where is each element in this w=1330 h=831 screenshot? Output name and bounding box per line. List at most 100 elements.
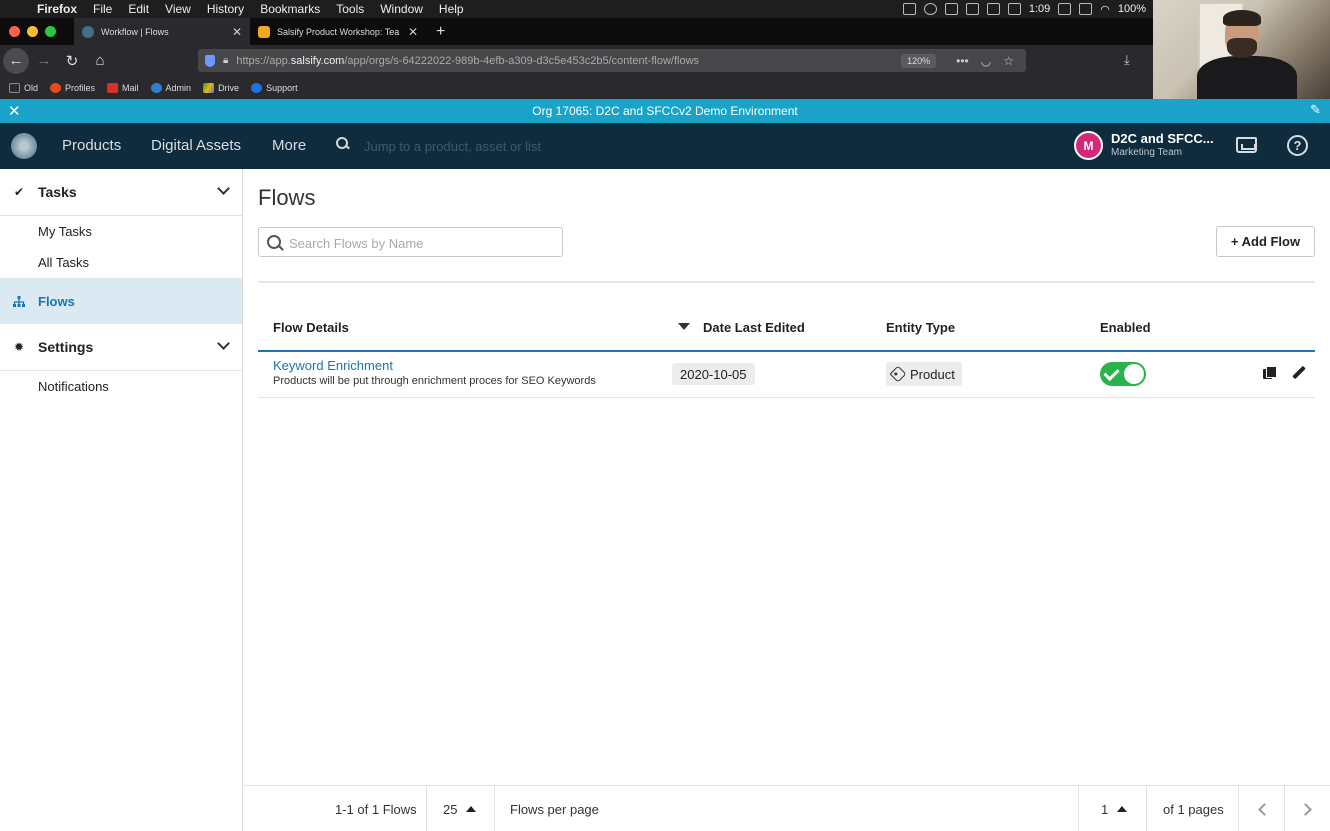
add-flow-button[interactable]: + Add Flow <box>1216 226 1315 257</box>
column-header-flow-details[interactable]: Flow Details <box>273 320 349 335</box>
column-header-enabled[interactable]: Enabled <box>1100 320 1151 335</box>
apple-logo-icon[interactable] <box>15 2 29 16</box>
inbox-icon[interactable] <box>1236 137 1257 153</box>
chevron-down-icon[interactable] <box>217 337 230 350</box>
status-menu-icon[interactable] <box>1007 3 1021 15</box>
org-name[interactable]: D2C and SFCC... <box>1111 131 1214 146</box>
help-icon[interactable]: ? <box>1287 135 1308 156</box>
salsify-logo-icon[interactable] <box>11 133 37 159</box>
menu-bookmarks[interactable]: Bookmarks <box>260 2 320 16</box>
menu-tools[interactable]: Tools <box>336 2 364 16</box>
status-circle-icon[interactable] <box>923 3 937 15</box>
bookmark-mail[interactable]: Mail <box>107 82 139 93</box>
nav-digital-assets[interactable]: Digital Assets <box>151 137 241 154</box>
status-app-icon[interactable] <box>902 3 916 15</box>
shield-icon[interactable] <box>205 54 215 67</box>
team-name[interactable]: Marketing Team <box>1111 147 1182 158</box>
pagination-bar: 1-1 of 1 Flows 25 Flows per page 1 of 1 … <box>243 785 1330 831</box>
enabled-toggle[interactable] <box>1100 362 1146 386</box>
tab-workflow-flows[interactable]: Workflow | Flows ✕ <box>74 18 250 45</box>
minimize-window-icon[interactable] <box>27 26 38 37</box>
salsify-favicon-icon <box>82 25 94 38</box>
lock-icon[interactable]: 🔒︎ <box>223 55 228 66</box>
search-icon <box>267 235 283 251</box>
sidebar-item-label: Flows <box>38 293 75 309</box>
home-icon[interactable]: ⌂ <box>87 48 113 74</box>
bookmark-admin[interactable]: Admin <box>150 82 191 93</box>
more-actions-icon[interactable]: ••• <box>956 54 969 68</box>
status-document-icon[interactable] <box>986 3 1000 15</box>
previous-page-button[interactable] <box>1239 786 1285 831</box>
nav-more[interactable]: More <box>272 137 306 154</box>
magic-wand-icon[interactable]: ✎ <box>1310 102 1321 118</box>
sidebar-item-flows[interactable]: Flows <box>0 278 242 324</box>
divider <box>1146 786 1147 831</box>
column-header-date-last-edited[interactable]: Date Last Edited <box>703 320 805 335</box>
chevron-down-icon[interactable] <box>217 182 230 195</box>
divider <box>0 215 242 216</box>
menu-edit[interactable]: Edit <box>128 2 149 16</box>
menu-window[interactable]: Window <box>380 2 423 16</box>
tab-close-icon[interactable]: ✕ <box>408 25 418 39</box>
gear-icon: ✹ <box>13 340 25 354</box>
menu-firefox[interactable]: Firefox <box>37 2 77 16</box>
pencil-icon[interactable] <box>1292 366 1306 380</box>
zoom-level[interactable]: 120% <box>901 53 937 68</box>
avatar[interactable]: M <box>1074 131 1103 160</box>
sidebar-item-my-tasks[interactable]: My Tasks <box>38 224 92 239</box>
tab-close-icon[interactable]: ✕ <box>232 25 242 39</box>
flow-search-box[interactable] <box>258 227 563 257</box>
support-cloud-icon <box>251 82 263 93</box>
pocket-icon[interactable]: ◡ <box>981 54 991 68</box>
downloads-icon[interactable]: ⤓ <box>1124 52 1130 68</box>
bookmark-drive[interactable]: Drive <box>203 82 239 93</box>
close-banner-icon[interactable]: ✕ <box>8 102 21 120</box>
url-text[interactable]: https://app.salsify.com/app/orgs/s-64222… <box>236 55 901 67</box>
new-tab-button[interactable]: + <box>436 23 445 41</box>
maximize-window-icon[interactable] <box>45 26 56 37</box>
page-select[interactable]: 1 <box>1101 786 1128 831</box>
menu-file[interactable]: File <box>93 2 112 16</box>
menu-view[interactable]: View <box>165 2 191 16</box>
back-arrow-icon[interactable]: ← <box>3 47 29 74</box>
mail-icon <box>107 82 119 93</box>
status-airplay-icon[interactable] <box>1079 3 1093 15</box>
global-search-input[interactable] <box>364 135 784 157</box>
clock[interactable]: 1:09 <box>1029 3 1050 15</box>
next-page-button[interactable] <box>1284 786 1330 831</box>
sidebar-section-settings[interactable]: ✹ Settings <box>0 324 242 370</box>
wifi-icon[interactable]: ◠ <box>1100 3 1110 16</box>
status-cloud-icon[interactable] <box>1058 3 1072 15</box>
menu-history[interactable]: History <box>207 2 244 16</box>
tab-product-workshop[interactable]: Salsify Product Workshop: Tea ✕ <box>250 18 426 45</box>
bookmark-support[interactable]: Support <box>251 82 298 93</box>
sidebar-section-label: Tasks <box>38 184 77 200</box>
nav-products[interactable]: Products <box>62 137 121 154</box>
webcam-person-hair <box>1223 10 1261 26</box>
date-badge: 2020-10-05 <box>672 363 755 385</box>
flow-search-input[interactable] <box>289 233 554 253</box>
menu-help[interactable]: Help <box>439 2 464 16</box>
divider <box>258 397 1315 398</box>
address-bar[interactable]: 🔒︎ https://app.salsify.com/app/orgs/s-64… <box>198 49 1026 72</box>
status-gear-icon[interactable] <box>944 3 958 15</box>
column-header-entity-type[interactable]: Entity Type <box>886 320 955 335</box>
reload-icon[interactable]: ↻ <box>59 48 85 74</box>
sidebar-section-tasks[interactable]: ✔ Tasks <box>0 169 242 215</box>
bookmark-profiles[interactable]: Profiles <box>50 82 95 93</box>
per-page-select[interactable]: 25 <box>443 786 477 831</box>
folder-icon <box>9 82 20 93</box>
sidebar-item-all-tasks[interactable]: All Tasks <box>38 255 89 270</box>
duplicate-icon[interactable] <box>1263 366 1277 379</box>
bookmark-star-icon[interactable]: ☆ <box>1003 54 1014 68</box>
flow-name-link[interactable]: Keyword Enrichment <box>273 358 393 373</box>
forward-arrow-icon[interactable]: → <box>31 48 57 74</box>
sidebar-item-notifications[interactable]: Notifications <box>38 379 109 394</box>
close-window-icon[interactable] <box>9 26 20 37</box>
battery-percent[interactable]: 100% <box>1118 3 1146 15</box>
sidebar: ✔ Tasks My Tasks All Tasks Flows ✹ Setti… <box>0 169 243 831</box>
bookmark-old[interactable]: Old <box>9 82 38 93</box>
search-icon[interactable] <box>335 136 349 150</box>
sort-descending-icon[interactable] <box>678 323 690 330</box>
status-adobe-icon[interactable] <box>965 3 979 15</box>
